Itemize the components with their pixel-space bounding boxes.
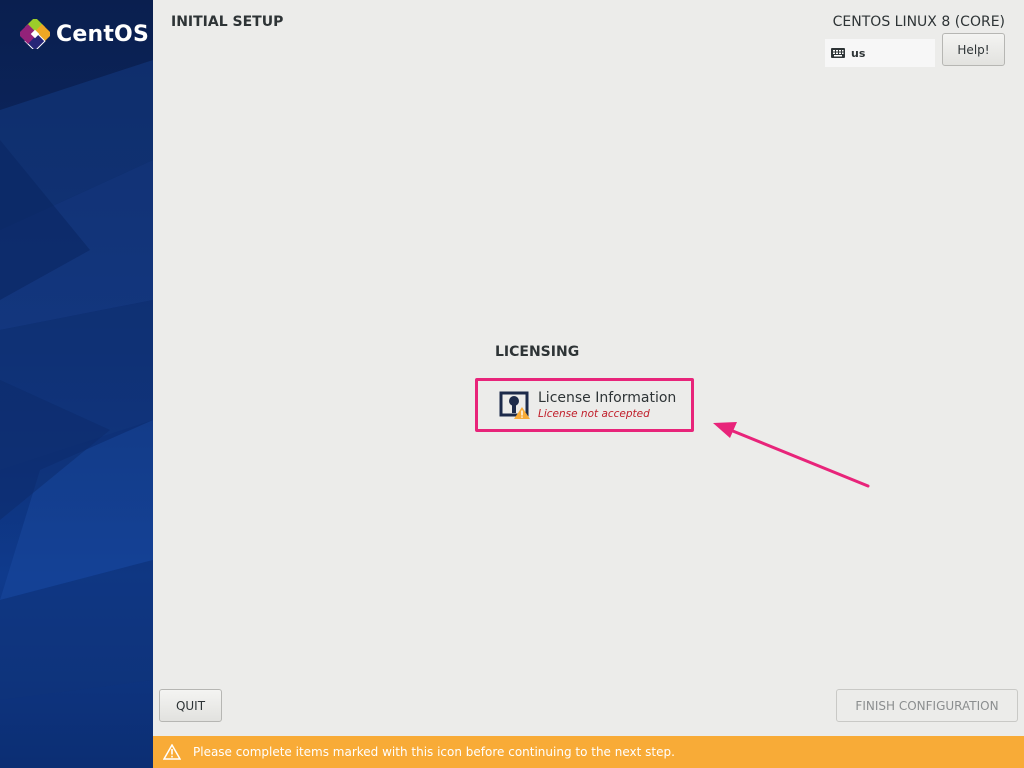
warning-text: Please complete items marked with this i… — [193, 745, 675, 759]
keyboard-layout-indicator[interactable]: us — [825, 39, 935, 67]
centos-logo: CentOS — [20, 19, 149, 49]
logo-text: CentOS — [56, 21, 149, 47]
spoke-status: License not accepted — [538, 408, 650, 420]
license-information-spoke[interactable]: License Information License not accepted — [475, 378, 694, 432]
finish-configuration-button[interactable]: FINISH CONFIGURATION — [836, 689, 1018, 722]
sidebar: CentOS — [0, 0, 153, 768]
main-panel: INITIAL SETUP CENTOS LINUX 8 (CORE) us H… — [153, 0, 1024, 768]
keyboard-icon — [831, 48, 845, 58]
product-name: CENTOS LINUX 8 (CORE) — [832, 14, 1005, 30]
license-warning-icon — [498, 388, 532, 422]
pointer-arrow — [713, 422, 870, 488]
sidebar-background-pattern — [0, 60, 153, 700]
centos-logo-icon — [20, 19, 50, 49]
warning-bar: Please complete items marked with this i… — [153, 736, 1024, 768]
warning-icon — [163, 744, 181, 760]
help-button[interactable]: Help! — [942, 33, 1005, 66]
page-title: INITIAL SETUP — [171, 14, 284, 30]
section-title-licensing: LICENSING — [495, 344, 580, 360]
spoke-title: License Information — [538, 390, 677, 406]
keyboard-layout-label: us — [851, 46, 866, 60]
quit-button[interactable]: QUIT — [159, 689, 222, 722]
